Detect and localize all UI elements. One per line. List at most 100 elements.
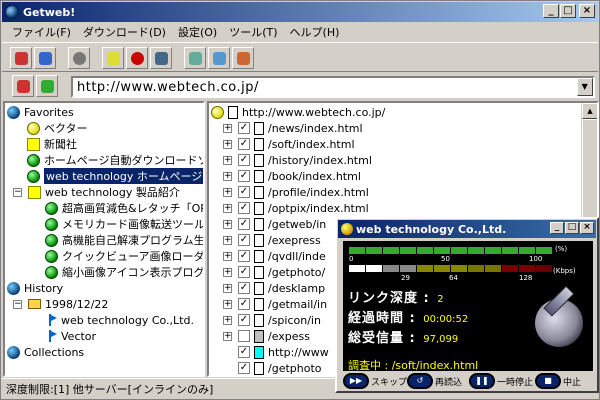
file-row[interactable]: + ✓ /news/index.html — [223, 120, 363, 136]
tree-favorites[interactable]: Favorites — [7, 104, 74, 120]
collapse-icon[interactable]: − — [13, 299, 22, 309]
checkbox[interactable]: ✓ — [238, 234, 250, 246]
expand-icon[interactable]: + — [223, 187, 232, 197]
file-row[interactable]: + ✓ /soft/index.html — [223, 136, 355, 152]
expand-icon[interactable]: + — [223, 267, 232, 277]
skip-button[interactable]: ▶▶ スキップ — [343, 373, 407, 389]
menu-help[interactable]: ヘルプ(H) — [284, 24, 346, 40]
checkbox[interactable] — [238, 330, 250, 342]
expand-icon[interactable]: + — [223, 139, 232, 149]
expand-icon[interactable]: + — [223, 171, 232, 181]
checkbox[interactable]: ✓ — [238, 218, 250, 230]
tree-product-folder[interactable]: − web technology 製品紹介 — [13, 184, 180, 200]
checkbox[interactable]: ✓ — [238, 122, 250, 134]
expand-icon[interactable]: + — [223, 123, 232, 133]
checkbox[interactable]: ✓ — [238, 314, 250, 326]
expand-icon[interactable]: + — [223, 283, 232, 293]
checkbox[interactable]: ✓ — [238, 154, 250, 166]
checkbox[interactable]: ✓ — [238, 138, 250, 150]
menu-tools[interactable]: ツール(T) — [223, 24, 283, 40]
checkbox[interactable]: ✓ — [238, 362, 250, 374]
progress-close-button[interactable]: × — [580, 222, 594, 234]
file-row[interactable]: ✓ http://www — [238, 344, 329, 360]
tree-item[interactable]: 超高画質減色&レタッチ「OPT — [45, 200, 203, 216]
tree-item[interactable]: クイックビューア画像ローダー — [45, 248, 203, 264]
checkbox[interactable]: ✓ — [238, 186, 250, 198]
url-input[interactable]: http://www.webtech.co.jp/ ▼ — [71, 76, 595, 98]
tree-item[interactable]: ベクター — [27, 120, 88, 136]
menu-file[interactable]: ファイル(F) — [6, 24, 77, 40]
progress-window[interactable]: web technology Co.,Ltd. _ □ × 0 50 100 (… — [335, 217, 599, 393]
minimize-button[interactable]: _ — [543, 4, 559, 18]
tree-history-date[interactable]: − 1998/12/22 — [13, 296, 108, 312]
checkbox[interactable]: ✓ — [238, 202, 250, 214]
maximize-button[interactable]: □ — [560, 4, 576, 18]
title-bar[interactable]: Getweb! _ □ × — [2, 2, 598, 22]
toolbar-find-button[interactable] — [184, 47, 206, 69]
file-row[interactable]: + ✓ /profile/index.html — [223, 184, 369, 200]
toolbar-download-button[interactable] — [34, 47, 56, 69]
progress-maximize-button[interactable]: □ — [565, 222, 579, 234]
tree-item[interactable]: 新聞社 — [27, 136, 77, 152]
tree-collections[interactable]: Collections — [7, 344, 84, 360]
checkbox[interactable]: ✓ — [238, 298, 250, 310]
reload-button[interactable]: ↺ 再読込 — [407, 373, 462, 389]
collapse-icon[interactable]: − — [13, 187, 22, 197]
tree-item[interactable]: メモリカード画像転送ツール「C — [45, 216, 203, 232]
file-row[interactable]: ✓ /getphoto — [238, 360, 322, 375]
menu-settings[interactable]: 設定(O) — [172, 24, 223, 40]
tree-history[interactable]: History — [7, 280, 63, 296]
file-row[interactable]: + ✓ /getmail/in — [223, 296, 327, 312]
file-row[interactable]: + ✓ /history/index.html — [223, 152, 372, 168]
tree-item[interactable]: 縮小画像アイコン表示プログラ — [45, 264, 203, 280]
tree-item[interactable]: Vector — [49, 328, 96, 344]
file-row[interactable]: + /expess — [223, 328, 310, 344]
file-row[interactable]: + ✓ /desklamp — [223, 280, 325, 296]
expand-icon[interactable]: + — [223, 155, 232, 165]
file-row[interactable]: + ✓ /book/index.html — [223, 168, 361, 184]
file-row[interactable]: + ✓ /getphoto/ — [223, 264, 325, 280]
file-row[interactable]: + ✓ /optpix/index.html — [223, 200, 369, 216]
checkbox[interactable]: ✓ — [238, 282, 250, 294]
file-row[interactable]: + ✓ /getweb/in — [223, 216, 326, 232]
menu-download[interactable]: ダウンロード(D) — [77, 24, 172, 40]
tree-item-selected[interactable]: web technology ホームページ — [27, 168, 203, 184]
checkbox[interactable]: ✓ — [238, 170, 250, 182]
file-root[interactable]: http://www.webtech.co.jp/ — [211, 104, 385, 120]
expand-icon[interactable]: + — [223, 235, 232, 245]
expand-icon[interactable]: + — [223, 331, 232, 341]
toolbar-go-button[interactable] — [36, 75, 58, 97]
checkbox[interactable]: ✓ — [238, 266, 250, 278]
tree-pane[interactable]: Favorites ベクター 新聞社 ホームページ自動ダウンロードソフ web … — [3, 101, 205, 377]
url-dropdown-button[interactable]: ▼ — [577, 78, 593, 96]
tree-item[interactable]: web technology Co.,Ltd. — [49, 312, 194, 328]
file-row[interactable]: + ✓ /exepress — [223, 232, 321, 248]
expand-icon[interactable]: + — [223, 299, 232, 309]
expand-icon[interactable]: + — [223, 251, 232, 261]
close-button[interactable]: × — [579, 4, 595, 18]
pause-button[interactable]: ❚❚ 一時停止 — [469, 373, 533, 389]
file-row[interactable]: + ✓ /qvdll/inde — [223, 248, 326, 264]
progress-title-bar[interactable]: web technology Co.,Ltd. _ □ × — [338, 220, 596, 238]
toolbar-bookmark-button[interactable] — [12, 75, 34, 97]
progress-minimize-button[interactable]: _ — [550, 222, 564, 234]
toolbar-list-button[interactable] — [208, 47, 230, 69]
expand-icon[interactable]: + — [223, 219, 232, 229]
tree-item[interactable]: ホームページ自動ダウンロードソフ — [27, 152, 203, 168]
stop-button[interactable]: ■ 中止 — [535, 373, 581, 389]
toolbar-settings-button[interactable] — [150, 47, 172, 69]
checkbox[interactable]: ✓ — [238, 346, 250, 358]
expand-icon[interactable]: + — [223, 315, 232, 325]
tree-item[interactable]: 高機能自己解凍プログラム生 — [45, 232, 203, 248]
toolbar-edit-button[interactable] — [102, 47, 124, 69]
toolbar-schedule-button[interactable] — [126, 47, 148, 69]
file-row[interactable]: + ✓ /spicon/in — [223, 312, 321, 328]
go-icon — [41, 80, 54, 93]
toolbar-connect-button[interactable] — [10, 47, 32, 69]
checkbox[interactable]: ✓ — [238, 250, 250, 262]
scroll-up-button[interactable]: ▲ — [582, 103, 597, 119]
toolbar-record-button[interactable] — [68, 47, 90, 69]
scroll-thumb[interactable] — [582, 119, 597, 219]
expand-icon[interactable]: + — [223, 203, 232, 213]
toolbar-view-button[interactable] — [232, 47, 254, 69]
